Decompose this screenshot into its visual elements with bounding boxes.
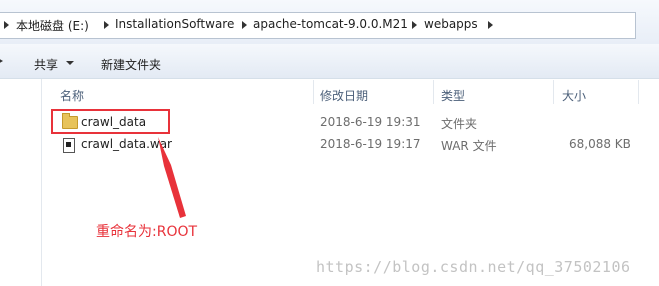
watermark: https://blog.csdn.net/qq_37502106 [316,258,631,276]
annotation-arrow-icon [158,137,186,218]
rename-annotation: 重命名为:ROOT [96,224,198,240]
